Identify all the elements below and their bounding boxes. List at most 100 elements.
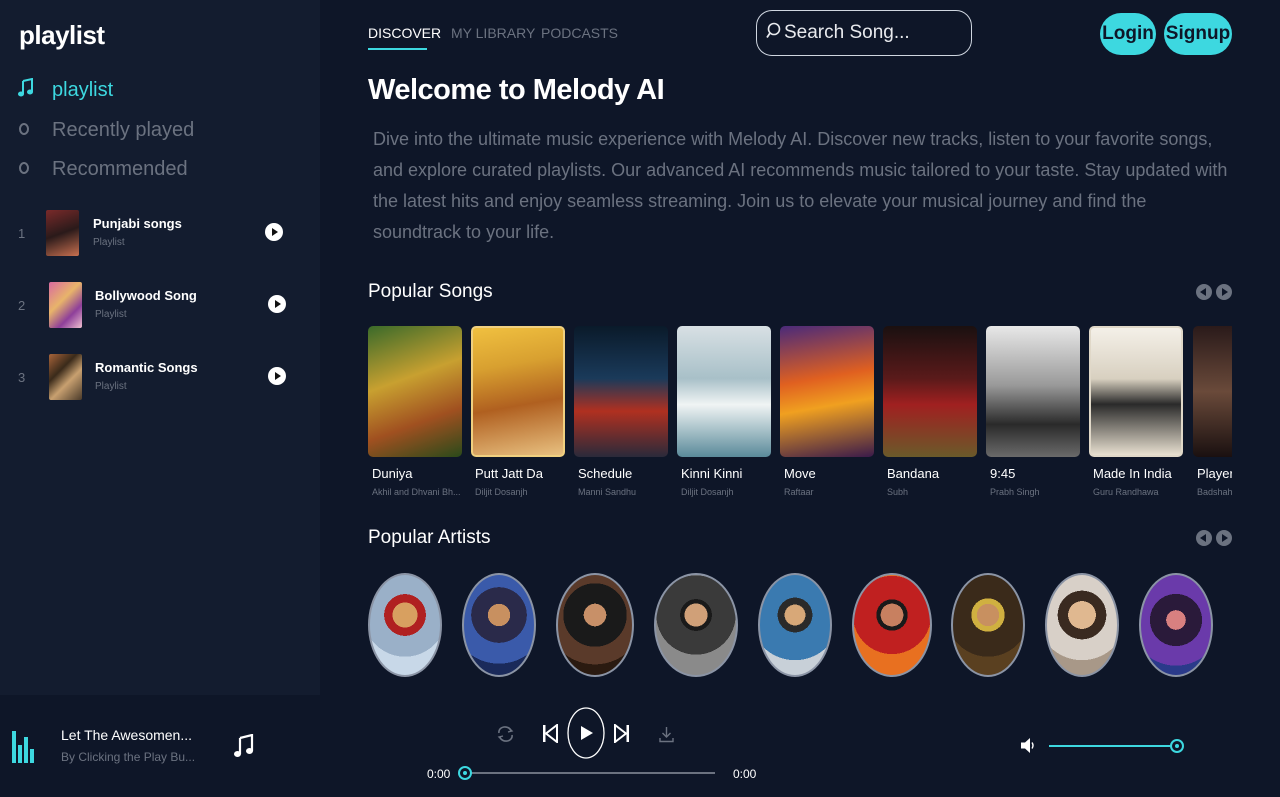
song-name: 9:45 xyxy=(990,466,1016,481)
page-title: Welcome to Melody AI xyxy=(368,74,665,106)
repeat-icon[interactable] xyxy=(497,726,514,747)
song-name: Players xyxy=(1197,466,1232,481)
circle-icon xyxy=(18,159,52,180)
search-box[interactable] xyxy=(756,10,972,56)
music-note-icon xyxy=(18,77,52,103)
song-name: Putt Jatt Da xyxy=(475,466,543,481)
song-card[interactable]: Schedule Manni Sandhu xyxy=(574,326,668,497)
song-card[interactable]: Made In India Guru Randhawa xyxy=(1089,326,1183,497)
song-cover xyxy=(574,326,668,457)
playlist-subtitle: Playlist xyxy=(95,309,127,320)
song-artist: Subh xyxy=(887,487,909,497)
sidebar-item-label: playlist xyxy=(52,79,114,101)
artist-avatar[interactable] xyxy=(462,573,536,677)
tab-my-library[interactable]: MY LIBRARY xyxy=(451,25,535,41)
song-name: Kinni Kinni xyxy=(681,466,743,481)
playlist-cover xyxy=(49,282,82,328)
artist-avatar[interactable] xyxy=(951,573,1025,677)
popular-songs-carousel: Duniya Akhil and Dhvani Bh... Putt Jatt … xyxy=(368,326,1232,506)
song-artist: Badshah xyxy=(1197,487,1232,497)
song-name: Made In India xyxy=(1093,466,1172,481)
arrow-left-icon[interactable] xyxy=(1196,530,1212,546)
song-card[interactable]: 9:45 Prabh Singh xyxy=(986,326,1080,497)
song-card[interactable]: Players Badshah xyxy=(1193,326,1232,497)
volume-slider[interactable] xyxy=(1049,745,1177,747)
popular-songs-title: Popular Songs xyxy=(368,281,493,302)
search-input[interactable] xyxy=(784,22,964,44)
playlist-title: Bollywood Song xyxy=(95,288,197,303)
arrow-right-icon[interactable] xyxy=(1216,284,1232,300)
artist-avatar[interactable] xyxy=(556,573,634,677)
now-playing-title: Let The Awesomen... xyxy=(61,727,193,743)
song-cover xyxy=(780,326,874,457)
sidebar-item-playlist[interactable]: playlist xyxy=(18,77,114,103)
signup-button[interactable]: Signup xyxy=(1164,13,1232,55)
login-button[interactable]: Login xyxy=(1100,13,1156,55)
playlist-number: 1 xyxy=(18,226,26,241)
equalizer-icon xyxy=(12,731,34,763)
song-name: Move xyxy=(784,466,816,481)
page-description: Dive into the ultimate music experience … xyxy=(373,129,1228,242)
artist-avatar[interactable] xyxy=(758,573,832,677)
playlist-row[interactable]: 3 Romantic Songs Playlist xyxy=(0,354,300,404)
song-card[interactable]: Move Raftaar xyxy=(780,326,874,497)
playlist-cover xyxy=(49,354,82,400)
playlist-subtitle: Playlist xyxy=(93,237,125,248)
sidebar-item-recommended[interactable]: Recommended xyxy=(18,158,188,181)
song-card[interactable]: Putt Jatt Da Diljit Dosanjh xyxy=(471,326,565,497)
artist-avatar[interactable] xyxy=(654,573,738,677)
song-artist: Diljit Dosanjh xyxy=(475,487,528,497)
playlist-row[interactable]: 1 Punjabi songs Playlist xyxy=(0,210,300,260)
sidebar: playlist playlist Recently played Recomm… xyxy=(0,0,320,695)
song-card[interactable]: Kinni Kinni Diljit Dosanjh xyxy=(677,326,771,497)
song-cover xyxy=(883,326,977,457)
song-cover xyxy=(471,326,565,457)
artist-avatar[interactable] xyxy=(1045,573,1119,677)
artist-avatar[interactable] xyxy=(368,573,442,677)
current-time: 0:00 xyxy=(427,767,451,781)
arrow-left-icon[interactable] xyxy=(1196,284,1212,300)
song-name: Bandana xyxy=(887,466,940,481)
song-artist: Manni Sandhu xyxy=(578,487,637,497)
tab-discover[interactable]: DISCOVER xyxy=(368,25,441,41)
song-cover xyxy=(1089,326,1183,457)
progress-track[interactable] xyxy=(465,772,715,774)
play-icon[interactable] xyxy=(268,367,286,385)
song-cover xyxy=(1193,326,1232,457)
song-card[interactable]: Duniya Akhil and Dhvani Bh... xyxy=(368,326,462,497)
song-artist: Diljit Dosanjh xyxy=(681,487,734,497)
popular-artists-carousel xyxy=(368,573,1232,679)
play-icon[interactable] xyxy=(265,223,283,241)
music-note-icon[interactable] xyxy=(234,733,254,763)
song-artist: Akhil and Dhvani Bh... xyxy=(372,487,461,497)
sidebar-item-recently-played[interactable]: Recently played xyxy=(18,119,194,142)
popular-artists-title: Popular Artists xyxy=(368,527,491,548)
download-icon[interactable] xyxy=(659,726,674,748)
song-card[interactable]: Bandana Subh xyxy=(883,326,977,497)
play-icon[interactable] xyxy=(268,295,286,313)
song-cover xyxy=(368,326,462,457)
song-name: Duniya xyxy=(372,466,413,481)
tab-active-indicator xyxy=(368,48,427,50)
artist-avatar[interactable] xyxy=(852,573,932,677)
song-cover xyxy=(986,326,1080,457)
sidebar-item-label: Recommended xyxy=(52,158,188,180)
previous-icon[interactable] xyxy=(543,722,558,748)
song-name: Schedule xyxy=(578,466,633,481)
volume-icon[interactable] xyxy=(1020,737,1036,759)
next-icon[interactable] xyxy=(614,722,629,748)
now-playing-subtitle: By Clicking the Play Bu... xyxy=(61,750,196,764)
volume-handle[interactable] xyxy=(1170,739,1184,753)
song-artist: Raftaar xyxy=(784,487,814,497)
progress-handle[interactable] xyxy=(458,766,472,780)
arrow-right-icon[interactable] xyxy=(1216,530,1232,546)
tab-podcasts[interactable]: PODCASTS xyxy=(541,25,618,41)
total-time: 0:00 xyxy=(733,767,757,781)
song-artist: Prabh Singh xyxy=(990,487,1040,497)
artist-avatar[interactable] xyxy=(1139,573,1213,677)
playlist-title: Romantic Songs xyxy=(95,360,198,375)
song-artist: Guru Randhawa xyxy=(1093,487,1159,497)
playlist-row[interactable]: 2 Bollywood Song Playlist xyxy=(0,282,300,332)
playlist-subtitle: Playlist xyxy=(95,381,127,392)
play-button[interactable] xyxy=(567,707,605,764)
